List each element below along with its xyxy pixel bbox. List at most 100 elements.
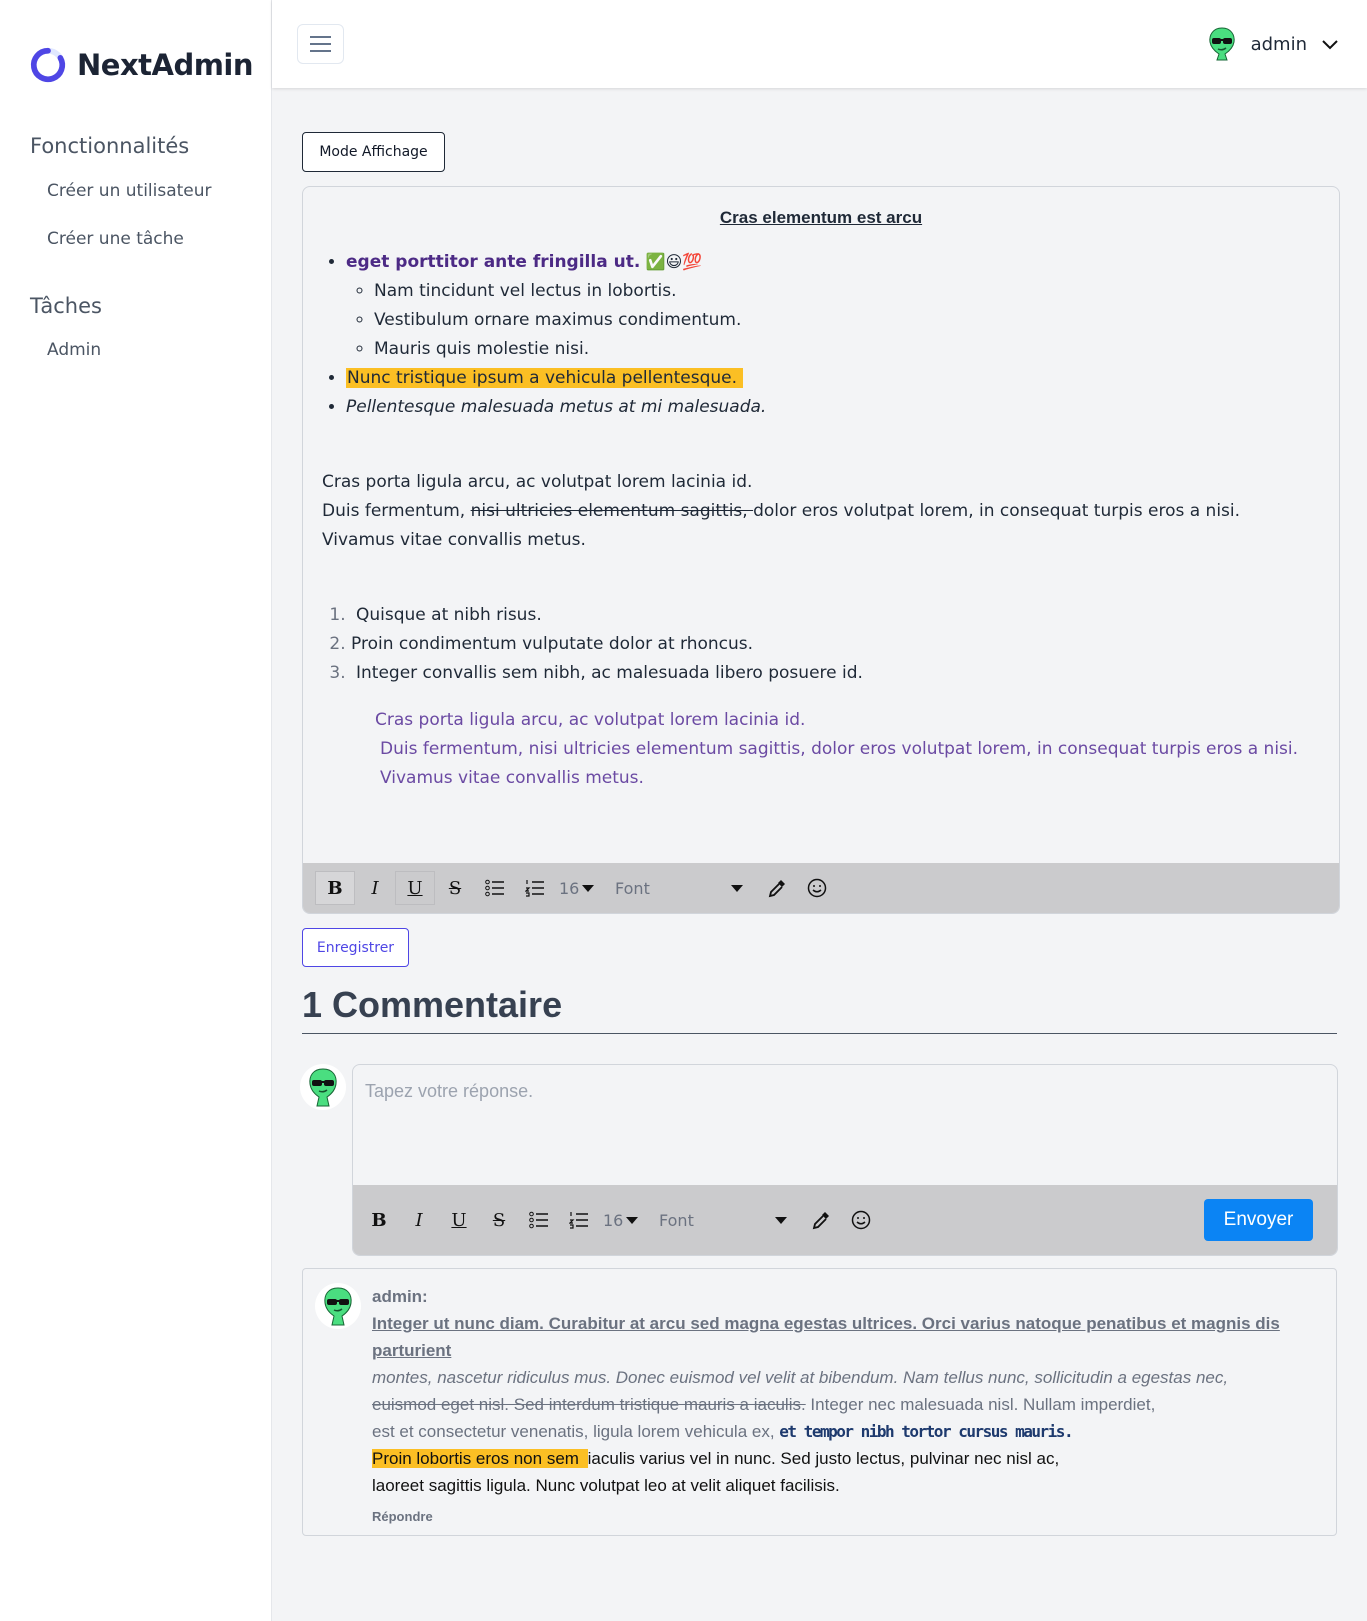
hamburger-line [310, 43, 331, 45]
font-size-value: 16 [559, 878, 580, 898]
italic-text: Pellentesque malesuada metus at mi males… [346, 397, 767, 417]
blockquote: Cras porta ligula arcu, ac volutpat lore… [322, 706, 1320, 793]
logo-ring-icon [30, 47, 66, 83]
nav-item-create-user[interactable]: Créer un utilisateur [47, 181, 212, 201]
comment-text-highlight: Proin lobortis eros non sem [372, 1449, 588, 1468]
bullet-list-button[interactable] [519, 1203, 559, 1237]
font-size-value: 16 [603, 1210, 624, 1230]
comment-line: laoreet sagittis ligula. Nunc volutpat l… [372, 1476, 840, 1495]
send-button[interactable]: Envoyer [1204, 1199, 1313, 1241]
document-title: Cras elementum est arcu [719, 208, 923, 227]
comment-line: Proin lobortis eros non sem iaculis vari… [372, 1445, 1312, 1472]
dropdown-arrow-icon [626, 1216, 639, 1224]
hamburger-line [310, 50, 331, 52]
comment-line: est et consectetur venenatis, ligula lor… [372, 1418, 1312, 1445]
strikethrough-button[interactable]: S [479, 1203, 519, 1237]
comment-text: Integer nec malesuada nisl. Nullam imper… [805, 1395, 1156, 1414]
list-item: Integer convallis sem nibh, ac malesuada… [351, 659, 1320, 688]
font-size-select[interactable]: 16 [603, 1211, 649, 1230]
bullet-list-button[interactable] [475, 871, 515, 905]
paragraph-line: Duis fermentum, nisi ultricies elementum… [322, 497, 1320, 526]
bullet-list-icon [485, 879, 504, 897]
rich-text-editor[interactable]: Cras elementum est arcu eget porttitor a… [302, 186, 1340, 914]
smiley-icon [851, 1210, 871, 1230]
nav-item-admin[interactable]: Admin [47, 340, 101, 360]
font-family-select[interactable]: Font [615, 879, 743, 898]
strikethrough-button[interactable]: S [435, 871, 475, 905]
brand-name: NextAdmin [77, 48, 254, 82]
list-item: Nam tincidunt vel lectus in lobortis. [374, 277, 1320, 306]
alien-avatar-icon [300, 1064, 346, 1110]
list-item-text: eget porttitor ante fringilla ut. [346, 252, 641, 272]
paragraph: Cras porta ligula arcu, ac volutpat lore… [322, 468, 1320, 555]
chevron-down-icon [1322, 40, 1338, 50]
user-name: admin [1250, 33, 1307, 55]
user-menu[interactable]: admin [1207, 26, 1339, 62]
numbered-list-icon [569, 1212, 588, 1229]
hamburger-menu-button[interactable] [297, 24, 344, 64]
mode-display-button[interactable]: Mode Affichage [302, 132, 445, 172]
highlighted-text: Nunc tristique ipsum a vehicula pellente… [346, 368, 744, 388]
quote-line: Cras porta ligula arcu, ac volutpat lore… [375, 710, 806, 730]
eyedropper-icon [812, 1212, 829, 1230]
color-picker-button[interactable] [757, 871, 797, 905]
paragraph-line: Vivamus vitae convallis metus. [322, 530, 586, 550]
dropdown-arrow-icon [731, 884, 743, 892]
list-item: Proin condimentum vulputate dolor at rho… [351, 630, 1320, 659]
italic-button[interactable]: I [355, 871, 395, 905]
dropdown-arrow-icon [775, 1216, 787, 1224]
font-family-value: Font [659, 1210, 694, 1230]
comment-text: . [1063, 1422, 1074, 1441]
bullet-list: eget porttitor ante fringilla ut. ✅😃💯 Na… [322, 247, 1320, 422]
bold-button[interactable]: B [359, 1203, 399, 1237]
editor-content[interactable]: Cras elementum est arcu eget porttitor a… [303, 187, 1339, 863]
underline-button[interactable]: U [395, 871, 435, 905]
font-family-value: Font [615, 878, 650, 898]
comment-body: admin: Integer ut nunc diam. Curabitur a… [372, 1283, 1312, 1530]
bullet-list-icon [529, 1211, 548, 1229]
alien-avatar-icon [315, 1283, 361, 1329]
brand[interactable]: NextAdmin [29, 46, 254, 84]
reply-input[interactable] [353, 1065, 1337, 1185]
numbered-list-button[interactable] [515, 871, 555, 905]
bold-button[interactable]: B [315, 871, 355, 905]
color-picker-button[interactable] [801, 1203, 841, 1237]
ordered-list: Quisque at nibh risus. Proin condimentum… [322, 601, 1320, 688]
dropdown-arrow-icon [582, 884, 595, 892]
nav-item-create-task[interactable]: Créer une tâche [47, 229, 184, 249]
nested-list: Nam tincidunt vel lectus in lobortis. Ve… [346, 277, 1320, 364]
reply-link[interactable]: Répondre [372, 1503, 433, 1530]
comment-author: admin: [372, 1287, 428, 1306]
font-size-select[interactable]: 16 [559, 879, 605, 898]
quote-line: Vivamus vitae convallis metus. [380, 768, 644, 788]
comment-text: iaculis varius vel in nunc. Sed justo le… [587, 1449, 1060, 1468]
strikethrough-text: nisi ultricies elementum sagittis, [470, 501, 754, 521]
hamburger-line [310, 36, 331, 38]
list-item: eget porttitor ante fringilla ut. ✅😃💯 Na… [346, 247, 1320, 364]
eyedropper-icon [768, 880, 785, 898]
emoji-button[interactable] [841, 1203, 881, 1237]
comment-text-strike: euismod eget nisl. Sed interdum tristiqu… [372, 1395, 806, 1414]
reply-toolbar: B I U S 16 Font Envoyer [353, 1185, 1337, 1255]
list-item: Nunc tristique ipsum a vehicula pellente… [346, 364, 1320, 393]
nav-section-taches: Tâches [30, 294, 102, 318]
smiley-icon [807, 878, 827, 898]
text-segment: Duis fermentum, [322, 501, 471, 521]
numbered-list-button[interactable] [559, 1203, 599, 1237]
list-item: Vestibulum ornare maximus condimentum. [374, 306, 1320, 335]
italic-button[interactable]: I [399, 1203, 439, 1237]
comment-text-bold-underline: Integer ut nunc diam. Curabitur at arcu … [372, 1314, 1280, 1360]
list-item-text: Proin condimentum vulputate dolor at rho… [351, 634, 754, 654]
numbered-list-icon [525, 880, 544, 897]
list-item-text: Integer convallis sem nibh, ac malesuada… [356, 663, 863, 683]
comment-card: admin: Integer ut nunc diam. Curabitur a… [302, 1268, 1337, 1536]
list-item: Pellentesque malesuada metus at mi males… [346, 393, 1320, 422]
underline-button[interactable]: U [439, 1203, 479, 1237]
text-segment: dolor eros volutpat lorem, in consequat … [753, 501, 1241, 521]
font-family-select[interactable]: Font [659, 1211, 787, 1230]
quote-line: Duis fermentum, nisi ultricies elementum… [380, 739, 1299, 759]
emoji-button[interactable] [797, 871, 837, 905]
editor-toolbar: B I U S 16 Font [303, 863, 1339, 913]
save-button[interactable]: Enregistrer [302, 928, 409, 967]
comment-line: euismod eget nisl. Sed interdum tristiqu… [372, 1391, 1312, 1418]
